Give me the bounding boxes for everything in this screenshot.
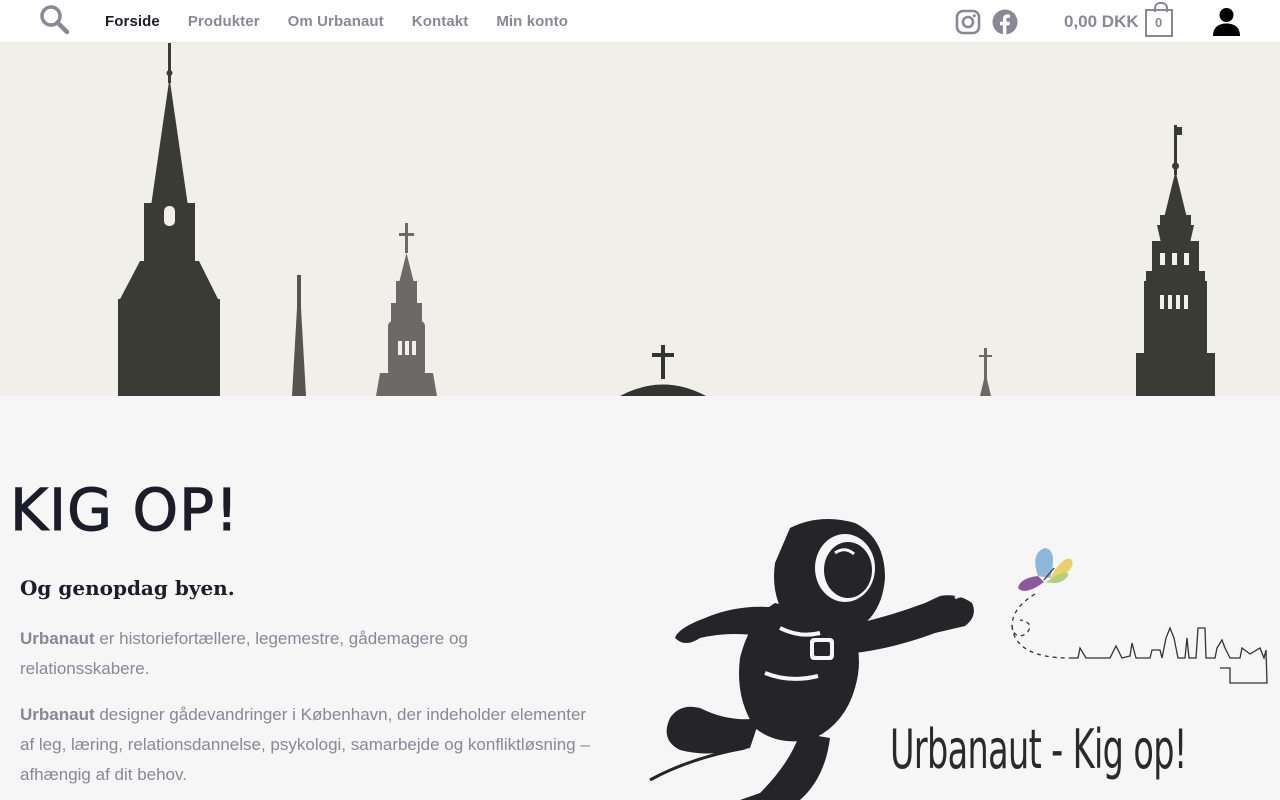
tagline: Urbanaut - Kig op!	[890, 718, 1187, 781]
social-links	[955, 9, 1018, 35]
cart-total: 0,00 DKK	[1064, 11, 1139, 31]
hero-banner	[0, 43, 1280, 396]
site-header: Forside Produkter Om Urbanaut Kontakt Mi…	[0, 0, 1280, 43]
search-icon[interactable]	[38, 3, 72, 37]
nav-item-om-urbanaut[interactable]: Om Urbanaut	[288, 13, 384, 30]
nav-item-kontakt[interactable]: Kontakt	[412, 13, 469, 30]
city-outline	[1011, 593, 1268, 684]
page-subtitle: Og genopdag byen.	[20, 576, 235, 600]
intro-paragraph-1: Urbanaut er historiefortællere, legemest…	[20, 624, 590, 684]
intro-paragraph-2: Urbanaut designer gådevandringer i Køben…	[20, 700, 590, 790]
page-title: KIG OP!	[9, 476, 240, 545]
cart-count: 0	[1155, 15, 1163, 30]
butterfly-icon	[1018, 548, 1073, 591]
nav-item-min-konto[interactable]: Min konto	[496, 13, 568, 30]
skyline-illustration	[118, 43, 1215, 396]
brand-name: Urbanaut	[20, 629, 95, 648]
cart-button[interactable]: 0,00 DKK 0	[1064, 0, 1173, 43]
facebook-icon[interactable]	[992, 9, 1018, 35]
user-icon[interactable]	[1212, 7, 1241, 36]
cart-icon: 0	[1144, 1, 1173, 37]
nav-item-produkter[interactable]: Produkter	[188, 13, 260, 30]
intro-section: KIG OP! Og genopdag byen. Urbanaut er hi…	[0, 396, 1280, 800]
main-nav: Forside Produkter Om Urbanaut Kontakt Mi…	[105, 0, 568, 43]
instagram-icon[interactable]	[955, 9, 981, 35]
brand-name: Urbanaut	[20, 705, 95, 724]
paragraph-text: designer gådevandringer i København, der…	[20, 705, 590, 784]
nav-item-forside[interactable]: Forside	[105, 13, 160, 30]
